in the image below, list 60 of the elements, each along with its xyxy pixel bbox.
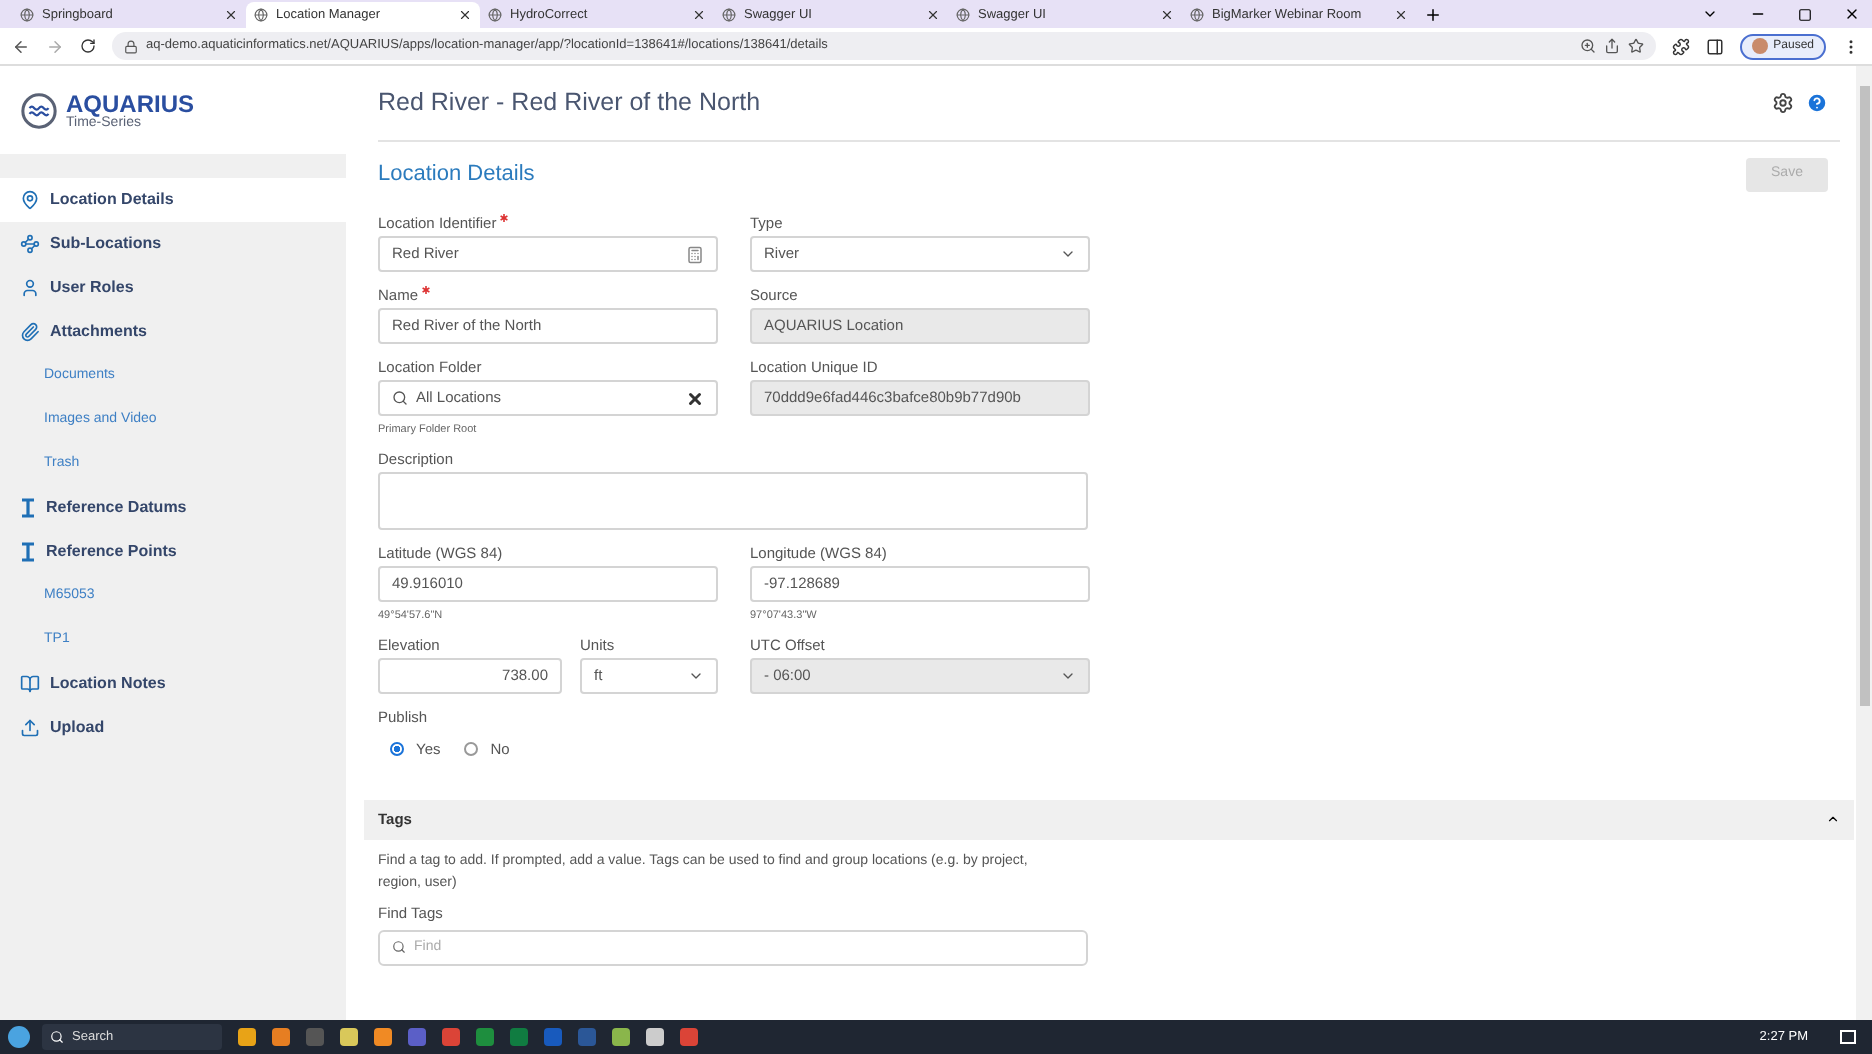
help-icon[interactable] [1806,92,1828,114]
i-beam-icon [20,498,36,518]
close-tab-icon[interactable] [692,8,706,22]
sidebar-item[interactable]: Reference Datums [0,486,346,530]
sidebar-item[interactable]: Sub-Locations [0,222,346,266]
paperclip-icon [20,322,40,342]
i-beam-icon [20,542,36,562]
page-title: Red River - Red River of the North [378,86,761,121]
caret-icon [1060,246,1076,262]
tab-favicon [254,8,268,22]
lock-icon [124,39,138,53]
notifications-icon[interactable] [1840,1030,1856,1044]
search-icon [392,390,408,406]
sidebar-item[interactable]: Location Notes [0,662,346,706]
logo-title: AQUARIUS [66,91,195,115]
tab-favicon [488,8,502,22]
tab-favicon [20,8,34,22]
scrollbar[interactable] [1856,66,1872,1020]
caret-icon [1060,668,1076,684]
logo-icon [20,91,58,129]
close-tab-icon[interactable] [1394,8,1408,22]
map-pin-icon [20,190,40,210]
clear-icon[interactable] [686,389,704,407]
sidebar-item[interactable]: Attachments [0,310,346,354]
tab-favicon [722,8,736,22]
sidebar-item[interactable]: Location Details [0,178,346,222]
close-tab-icon[interactable] [224,8,238,22]
reload-icon[interactable] [80,38,96,54]
user-icon [20,278,40,298]
sidebar-item[interactable]: User Roles [0,266,346,310]
start-icon[interactable] [8,1026,30,1048]
maximize-icon[interactable] [1798,8,1812,22]
close-tab-icon[interactable] [1160,8,1174,22]
pins-icon [20,234,40,254]
book-icon [20,674,40,694]
share-icon[interactable] [1603,38,1620,54]
new-tab-icon[interactable] [1424,6,1442,24]
upload-icon [20,718,40,738]
tab-search-icon[interactable] [1702,6,1718,22]
tab-favicon [956,8,970,22]
caret-icon [688,668,704,684]
close-tab-icon[interactable] [458,8,472,22]
close-window-icon[interactable] [1844,6,1860,22]
close-tab-icon[interactable] [926,8,940,22]
settings-icon[interactable] [1772,92,1794,114]
side-panel-icon[interactable] [1705,37,1724,55]
back-icon[interactable] [12,37,30,55]
zoom-icon[interactable] [1579,38,1596,54]
collapse-icon [1826,812,1840,826]
avatar-icon [1751,38,1768,54]
search-icon [392,940,406,955]
description-field[interactable] [378,472,1088,530]
search-icon [50,1030,64,1044]
extensions-icon[interactable] [1671,37,1690,55]
sidebar-item[interactable]: Reference Points [0,530,346,574]
field-icon [686,245,704,263]
tab-favicon [1190,8,1204,22]
bookmark-icon[interactable] [1627,38,1644,54]
sidebar-item[interactable]: Upload [0,706,346,750]
section-title: Location Details [378,160,535,191]
